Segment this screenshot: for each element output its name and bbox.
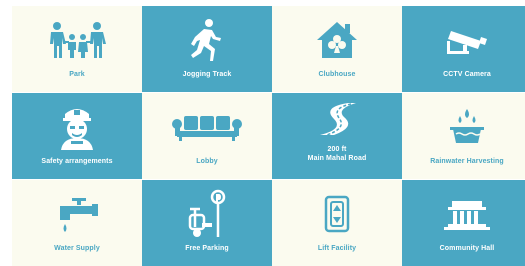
parking-scooter-icon bbox=[142, 188, 272, 240]
amenity-tile-clubhouse: Clubhouse bbox=[272, 6, 402, 92]
amenity-label: Clubhouse bbox=[318, 71, 356, 78]
amenity-tile-cctv-camera: CCTV Camera bbox=[402, 6, 525, 92]
amenity-tile-lobby: Lobby bbox=[142, 93, 272, 179]
sofa-icon bbox=[142, 101, 272, 153]
road-icon bbox=[272, 99, 402, 139]
amenity-label: Lift Facility bbox=[317, 245, 357, 252]
amenity-tile-community-hall: Community Hall bbox=[402, 180, 525, 266]
family-icon bbox=[12, 14, 142, 66]
community-hall-icon bbox=[402, 188, 525, 240]
amenity-tile-jogging-track: Jogging Track bbox=[142, 6, 272, 92]
runner-icon bbox=[142, 14, 272, 66]
clubhouse-icon bbox=[272, 14, 402, 66]
water-tap-icon bbox=[12, 188, 142, 240]
amenity-tile-water-supply: Water Supply bbox=[12, 180, 142, 266]
amenity-label: Jogging Track bbox=[182, 71, 232, 78]
amenity-label: Lobby bbox=[196, 158, 218, 165]
amenity-tile-park: Park bbox=[12, 6, 142, 92]
amenity-tile-lift-facility: Lift Facility bbox=[272, 180, 402, 266]
amenity-label: 200 ft Main Mahal Road bbox=[272, 145, 402, 163]
amenity-label: CCTV Camera bbox=[443, 71, 491, 78]
amenities-grid: Park Jogging Track Clubhouse CCTV Camera… bbox=[12, 6, 525, 266]
cctv-camera-icon bbox=[402, 14, 525, 66]
security-guard-icon bbox=[12, 101, 142, 153]
amenity-label: Community Hall bbox=[439, 245, 495, 252]
amenity-tile-main-road: 200 ft Main Mahal Road bbox=[272, 93, 402, 179]
amenity-tile-free-parking: Free Parking bbox=[142, 180, 272, 266]
amenity-label: Park bbox=[69, 71, 85, 78]
road-width-label: 200 ft bbox=[327, 146, 347, 153]
amenity-label: Water Supply bbox=[54, 245, 100, 252]
amenity-label: Rainwater Harvesting bbox=[430, 158, 504, 165]
amenity-label: Safety arrangements bbox=[41, 158, 113, 165]
amenity-tile-rainwater-harvesting: Rainwater Harvesting bbox=[402, 93, 525, 179]
amenity-label: Free Parking bbox=[185, 245, 229, 252]
amenity-tile-safety-arrangements: Safety arrangements bbox=[12, 93, 142, 179]
rainwater-icon bbox=[402, 101, 525, 153]
road-name-label: Main Mahal Road bbox=[307, 155, 367, 162]
elevator-icon bbox=[272, 188, 402, 240]
